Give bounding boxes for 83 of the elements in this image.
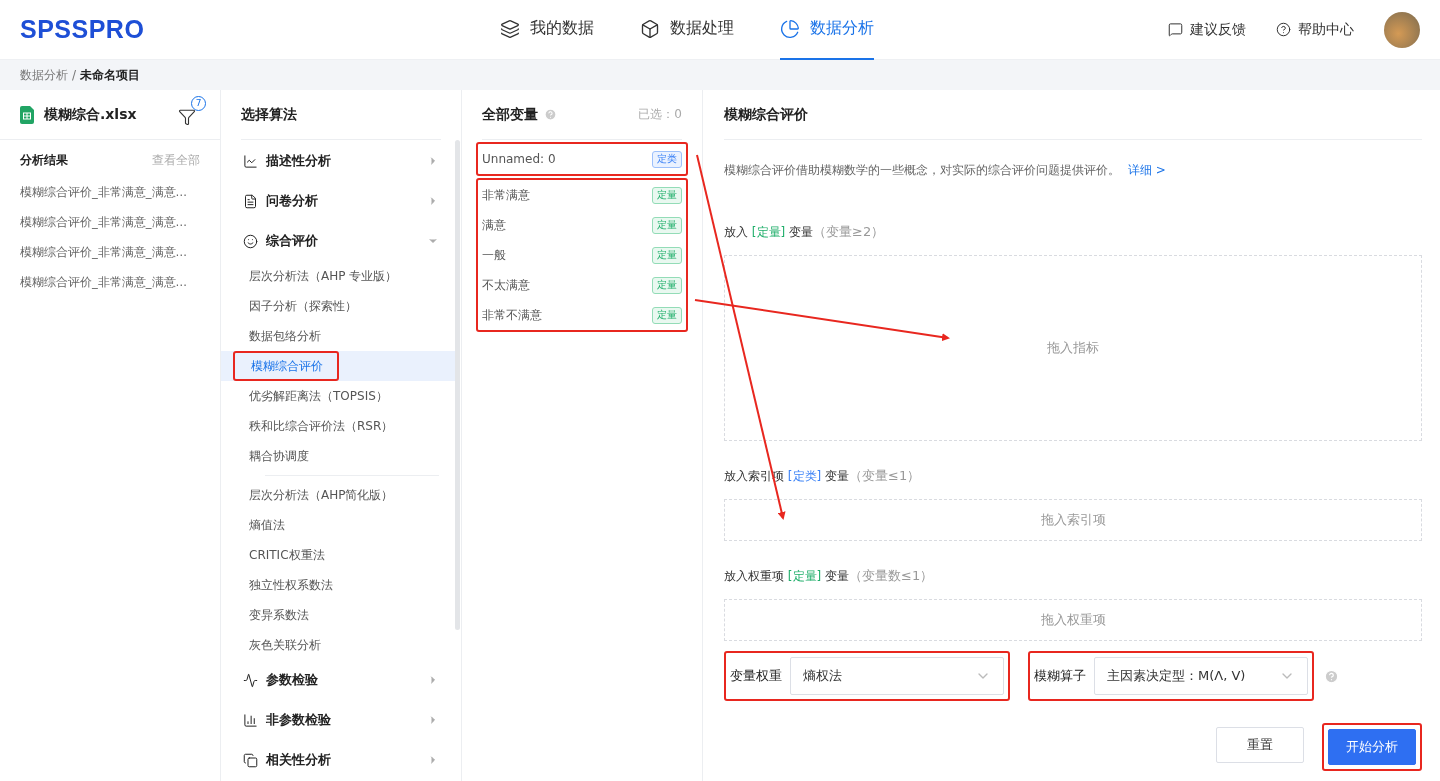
- menu-item[interactable]: 秩和比综合评价法（RSR）: [221, 411, 455, 441]
- logo: SPSSPRO: [20, 15, 146, 44]
- type-tag: 定类: [652, 150, 682, 168]
- result-item[interactable]: 模糊综合评价_非常满意_满意…: [0, 177, 220, 207]
- menu-group[interactable]: 非参数检验: [221, 700, 461, 740]
- copy-icon: [243, 752, 258, 768]
- variable-name: 不太满意: [482, 276, 530, 294]
- avatar[interactable]: [1384, 11, 1420, 48]
- menu-item[interactable]: 模糊综合评价: [221, 351, 455, 381]
- start-button[interactable]: 开始分析: [1328, 729, 1416, 765]
- menu-group[interactable]: 问卷分析: [221, 181, 461, 221]
- cube-icon: [640, 18, 660, 39]
- curve-icon: [243, 672, 258, 688]
- filter-icon[interactable]: [178, 107, 196, 126]
- menu-item[interactable]: 熵值法: [221, 510, 455, 540]
- breadcrumb-separator: /: [72, 68, 77, 82]
- help-icon: [1276, 22, 1291, 37]
- menu-item[interactable]: 层次分析法（AHP 专业版）: [221, 261, 455, 291]
- smile-icon: [243, 233, 258, 249]
- spreadsheet-icon: [20, 105, 34, 124]
- menu-group[interactable]: 参数检验: [221, 660, 461, 700]
- panel-title: 模糊综合评价: [724, 90, 1422, 140]
- layers-icon: [500, 18, 520, 39]
- file-name: 模糊综合.xlsx: [44, 105, 138, 124]
- variable-name: 非常不满意: [482, 306, 542, 324]
- type-tag: 定量: [652, 246, 682, 264]
- menu-item[interactable]: 耦合协调度: [221, 441, 455, 471]
- variable-item[interactable]: 一般 定量: [482, 240, 682, 270]
- panel-title: 选择算法: [241, 90, 441, 140]
- variable-item[interactable]: Unnamed: 0 定类: [482, 144, 682, 174]
- nav-tab[interactable]: 我的数据: [500, 0, 594, 60]
- menu-group[interactable]: 相关性分析: [221, 740, 461, 780]
- result-item[interactable]: 模糊综合评价_非常满意_满意…: [0, 237, 220, 267]
- menu-item[interactable]: 变异系数法: [221, 600, 455, 630]
- variable-item[interactable]: 不太满意 定量: [482, 270, 682, 300]
- section-title: 分析结果: [20, 152, 68, 169]
- variable-item[interactable]: 满意 定量: [482, 210, 682, 240]
- menu-group[interactable]: 综合评价: [221, 221, 461, 261]
- detail-link[interactable]: 详细 >: [1128, 163, 1166, 177]
- menu-item[interactable]: 优劣解距离法（TOPSIS）: [221, 381, 455, 411]
- description: 模糊综合评价借助模糊数学的一些概念，对实际的综合评价问题提供评价。 详细 >: [724, 162, 1167, 179]
- pie-chart-icon: [780, 18, 800, 39]
- variable-item[interactable]: 非常满意 定量: [482, 180, 682, 210]
- count-badge: 7: [191, 95, 206, 111]
- breadcrumb-item: 未命名项目: [80, 66, 141, 84]
- menu-item[interactable]: CRITIC权重法: [221, 540, 455, 570]
- drop-zone-label: 放入权重项 [定量] 变量（变量数≤1）: [724, 567, 935, 585]
- type-tag: 定量: [652, 186, 682, 204]
- menu-item[interactable]: 数据包络分析: [221, 321, 455, 351]
- nav-tab[interactable]: 数据处理: [640, 0, 734, 60]
- header-link[interactable]: 建议反馈: [1168, 20, 1246, 39]
- reset-button[interactable]: 重置: [1216, 727, 1304, 763]
- message-icon: [1168, 22, 1183, 37]
- scrollbar[interactable]: [455, 140, 460, 630]
- type-tag: 定量: [652, 216, 682, 234]
- select-label: 变量权重: [730, 667, 782, 685]
- bar-chart-icon: [243, 712, 258, 728]
- selected-count: 已选：0: [638, 106, 682, 123]
- drop-zone-label: 放入 [定量] 变量（变量≥2）: [724, 223, 886, 241]
- variable-name: 非常满意: [482, 186, 530, 204]
- select-field[interactable]: 熵权法: [790, 657, 1004, 695]
- type-tag: 定量: [652, 306, 682, 324]
- select-field[interactable]: 主因素决定型：M(Λ, V): [1094, 657, 1308, 695]
- header-link[interactable]: 帮助中心: [1276, 20, 1354, 39]
- panel-title: 全部变量: [482, 105, 538, 124]
- help-icon[interactable]: [1324, 668, 1339, 684]
- help-icon[interactable]: [544, 108, 557, 121]
- variable-name: 一般: [482, 246, 506, 264]
- result-item[interactable]: 模糊综合评价_非常满意_满意…: [0, 267, 220, 297]
- result-item[interactable]: 模糊综合评价_非常满意_满意…: [0, 207, 220, 237]
- document-icon: [243, 193, 258, 209]
- type-tag: 定量: [652, 276, 682, 294]
- variable-item[interactable]: 非常不满意 定量: [482, 300, 682, 330]
- menu-item[interactable]: 灰色关联分析: [221, 630, 455, 660]
- breadcrumb-item[interactable]: 数据分析: [20, 66, 68, 84]
- menu-item[interactable]: 独立性权系数法: [221, 570, 455, 600]
- menu-item[interactable]: 层次分析法（AHP简化版）: [221, 480, 455, 510]
- variable-name: 满意: [482, 216, 506, 234]
- line-chart-icon: [243, 153, 258, 169]
- variable-name: Unnamed: 0: [482, 152, 556, 166]
- menu-item[interactable]: 因子分析（探索性）: [221, 291, 455, 321]
- select-label: 模糊算子: [1034, 667, 1086, 685]
- menu-group[interactable]: 描述性分析: [221, 141, 461, 181]
